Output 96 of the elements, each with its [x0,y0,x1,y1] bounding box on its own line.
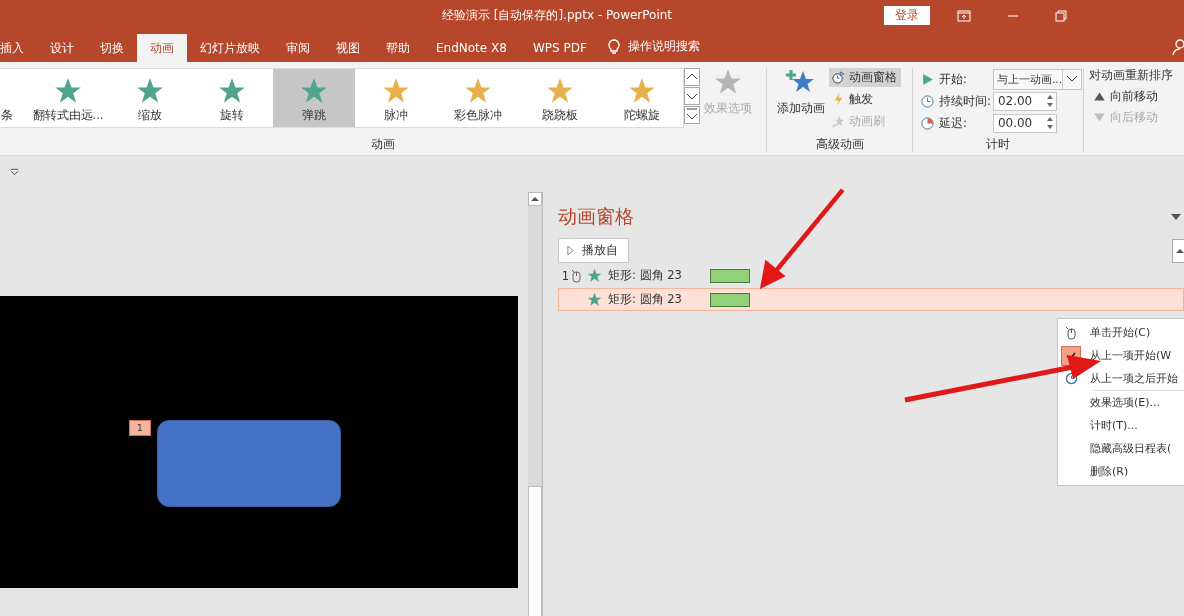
star-icon [382,77,410,105]
move-up-icon[interactable] [1172,238,1184,263]
animation-tag: 1 [129,420,151,436]
star-icon [587,268,602,283]
play-icon [567,245,574,256]
clock-icon [832,71,845,84]
restore-icon[interactable] [1055,9,1068,22]
animation-effect[interactable]: 翻转式由远... [27,69,109,127]
menu-item-label: 计时(T)... [1090,418,1138,433]
animation-list-item[interactable]: 1 矩形: 圆角 23 [558,264,1184,287]
play-icon [921,72,934,86]
star-icon [464,77,492,105]
animation-name: 矩形: 圆角 23 [608,268,683,283]
menu-item-label: 从上一项开始(W [1090,348,1172,363]
menu-item[interactable]: 删除(R) [1058,460,1184,483]
ribbon-tab[interactable]: 幻灯片放映 [187,34,273,62]
ribbon-tab[interactable]: 插入 [0,34,37,62]
ribbon-tab[interactable]: EndNote X8 [423,34,520,62]
menu-item-label: 效果选项(E)... [1090,395,1161,410]
group-label: 动画 [370,136,396,152]
duration-label: 持续时间: [939,93,991,109]
animation-effect[interactable]: 跷跷板 [519,69,601,127]
ribbon-tab[interactable]: 视图 [323,34,373,62]
triangle-up-icon [1093,90,1106,103]
reorder-heading: 对动画重新排序 [1089,68,1173,83]
more-icon[interactable] [684,106,700,124]
delay-label: 延迟: [939,115,968,131]
ribbon-tab[interactable]: 帮助 [373,34,423,62]
menu-item[interactable]: 从上一项之后开始 [1058,367,1184,390]
scroll-up-icon[interactable] [528,192,542,206]
ribbon-tab[interactable]: 审阅 [273,34,323,62]
add-animation-button[interactable]: 添加动画 [773,68,829,136]
animation-effect[interactable]: 旋转 [191,69,273,127]
ribbon-tab[interactable]: WPS PDF [519,34,600,62]
trigger-button[interactable]: 触发 [829,90,901,109]
window-title: 经验演示 [自动保存的].pptx - PowerPoint [442,7,673,24]
group-label: 计时 [985,136,1011,152]
lightning-icon [832,93,845,106]
animation-effect[interactable]: 弹跳 [273,69,355,127]
dropdown-icon[interactable] [1171,214,1181,220]
star-icon [587,292,602,307]
star-icon [713,68,743,96]
start-label: 开始: [939,71,968,87]
play-from-button[interactable]: 播放自 [558,238,629,263]
pane-title: 动画窗格 [558,204,634,229]
star-icon [136,77,164,105]
menu-item-label: 单击开始(C) [1090,325,1151,340]
menu-item-label: 删除(R) [1090,464,1129,479]
animation-effect[interactable]: 缩放 [109,69,191,127]
spin-arrows-icon [1046,116,1053,130]
star-icon [218,77,246,105]
timing-bar [710,268,750,283]
menu-item[interactable]: 效果选项(E)... [1058,391,1184,414]
scroll-thumb[interactable] [528,486,542,616]
delay-spinner[interactable]: 00.00 [992,113,1057,133]
animation-effect[interactable]: 条 [0,69,27,127]
scroll-up-icon[interactable] [684,68,700,86]
dropdown-icon[interactable] [10,168,19,176]
scrollbar[interactable] [528,192,543,616]
lightbulb-icon [607,39,620,55]
animation-pane-button[interactable]: 动画窗格 [829,68,901,87]
group-label: 高级动画 [814,136,865,152]
clock-icon [921,94,934,108]
ribbon-tab[interactable]: 动画 [137,34,187,62]
star-icon [546,77,574,105]
scroll-down-icon[interactable] [684,87,700,105]
animation-name: 矩形: 圆角 23 [608,292,683,307]
ribbon-tab[interactable]: 设计 [37,34,87,62]
clock-icon [1064,372,1078,385]
menu-item-label: 隐藏高级日程表( [1090,441,1172,456]
mouse-icon [1065,325,1077,340]
person-icon[interactable] [1172,39,1184,55]
triangle-down-icon [1093,111,1106,124]
start-dropdown[interactable]: 与上一动画... [992,68,1083,90]
tell-me-search[interactable]: 操作说明搜索 [627,38,700,55]
ribbon-tab[interactable]: 切换 [87,34,137,62]
menu-item[interactable]: 计时(T)... [1058,414,1184,437]
animation-effect[interactable]: 脉冲 [355,69,437,127]
menu-item[interactable]: 隐藏高级日程表( [1058,437,1184,460]
menu-item-label: 从上一项之后开始 [1090,371,1178,386]
ribbon-display-icon[interactable] [957,9,972,22]
star-icon [54,77,82,105]
duration-spinner[interactable]: 02.00 [992,91,1057,111]
star-icon [300,77,328,105]
animation-effect[interactable]: 彩色脉冲 [437,69,519,127]
spin-arrows-icon [1046,94,1053,108]
star-brush-icon [832,115,845,128]
animation-list-item[interactable]: 矩形: 圆角 23 [558,288,1184,311]
animation-effect[interactable]: 陀螺旋 [601,69,683,127]
chevron-down-icon [1066,75,1079,83]
star-icon [628,77,656,105]
move-earlier-button[interactable]: 向前移动 [1089,89,1158,104]
login-button[interactable]: 登录 [884,6,931,25]
menu-item[interactable]: 单击开始(C) [1058,321,1184,344]
timing-bar [710,292,750,307]
delay-clock-icon [921,116,934,130]
